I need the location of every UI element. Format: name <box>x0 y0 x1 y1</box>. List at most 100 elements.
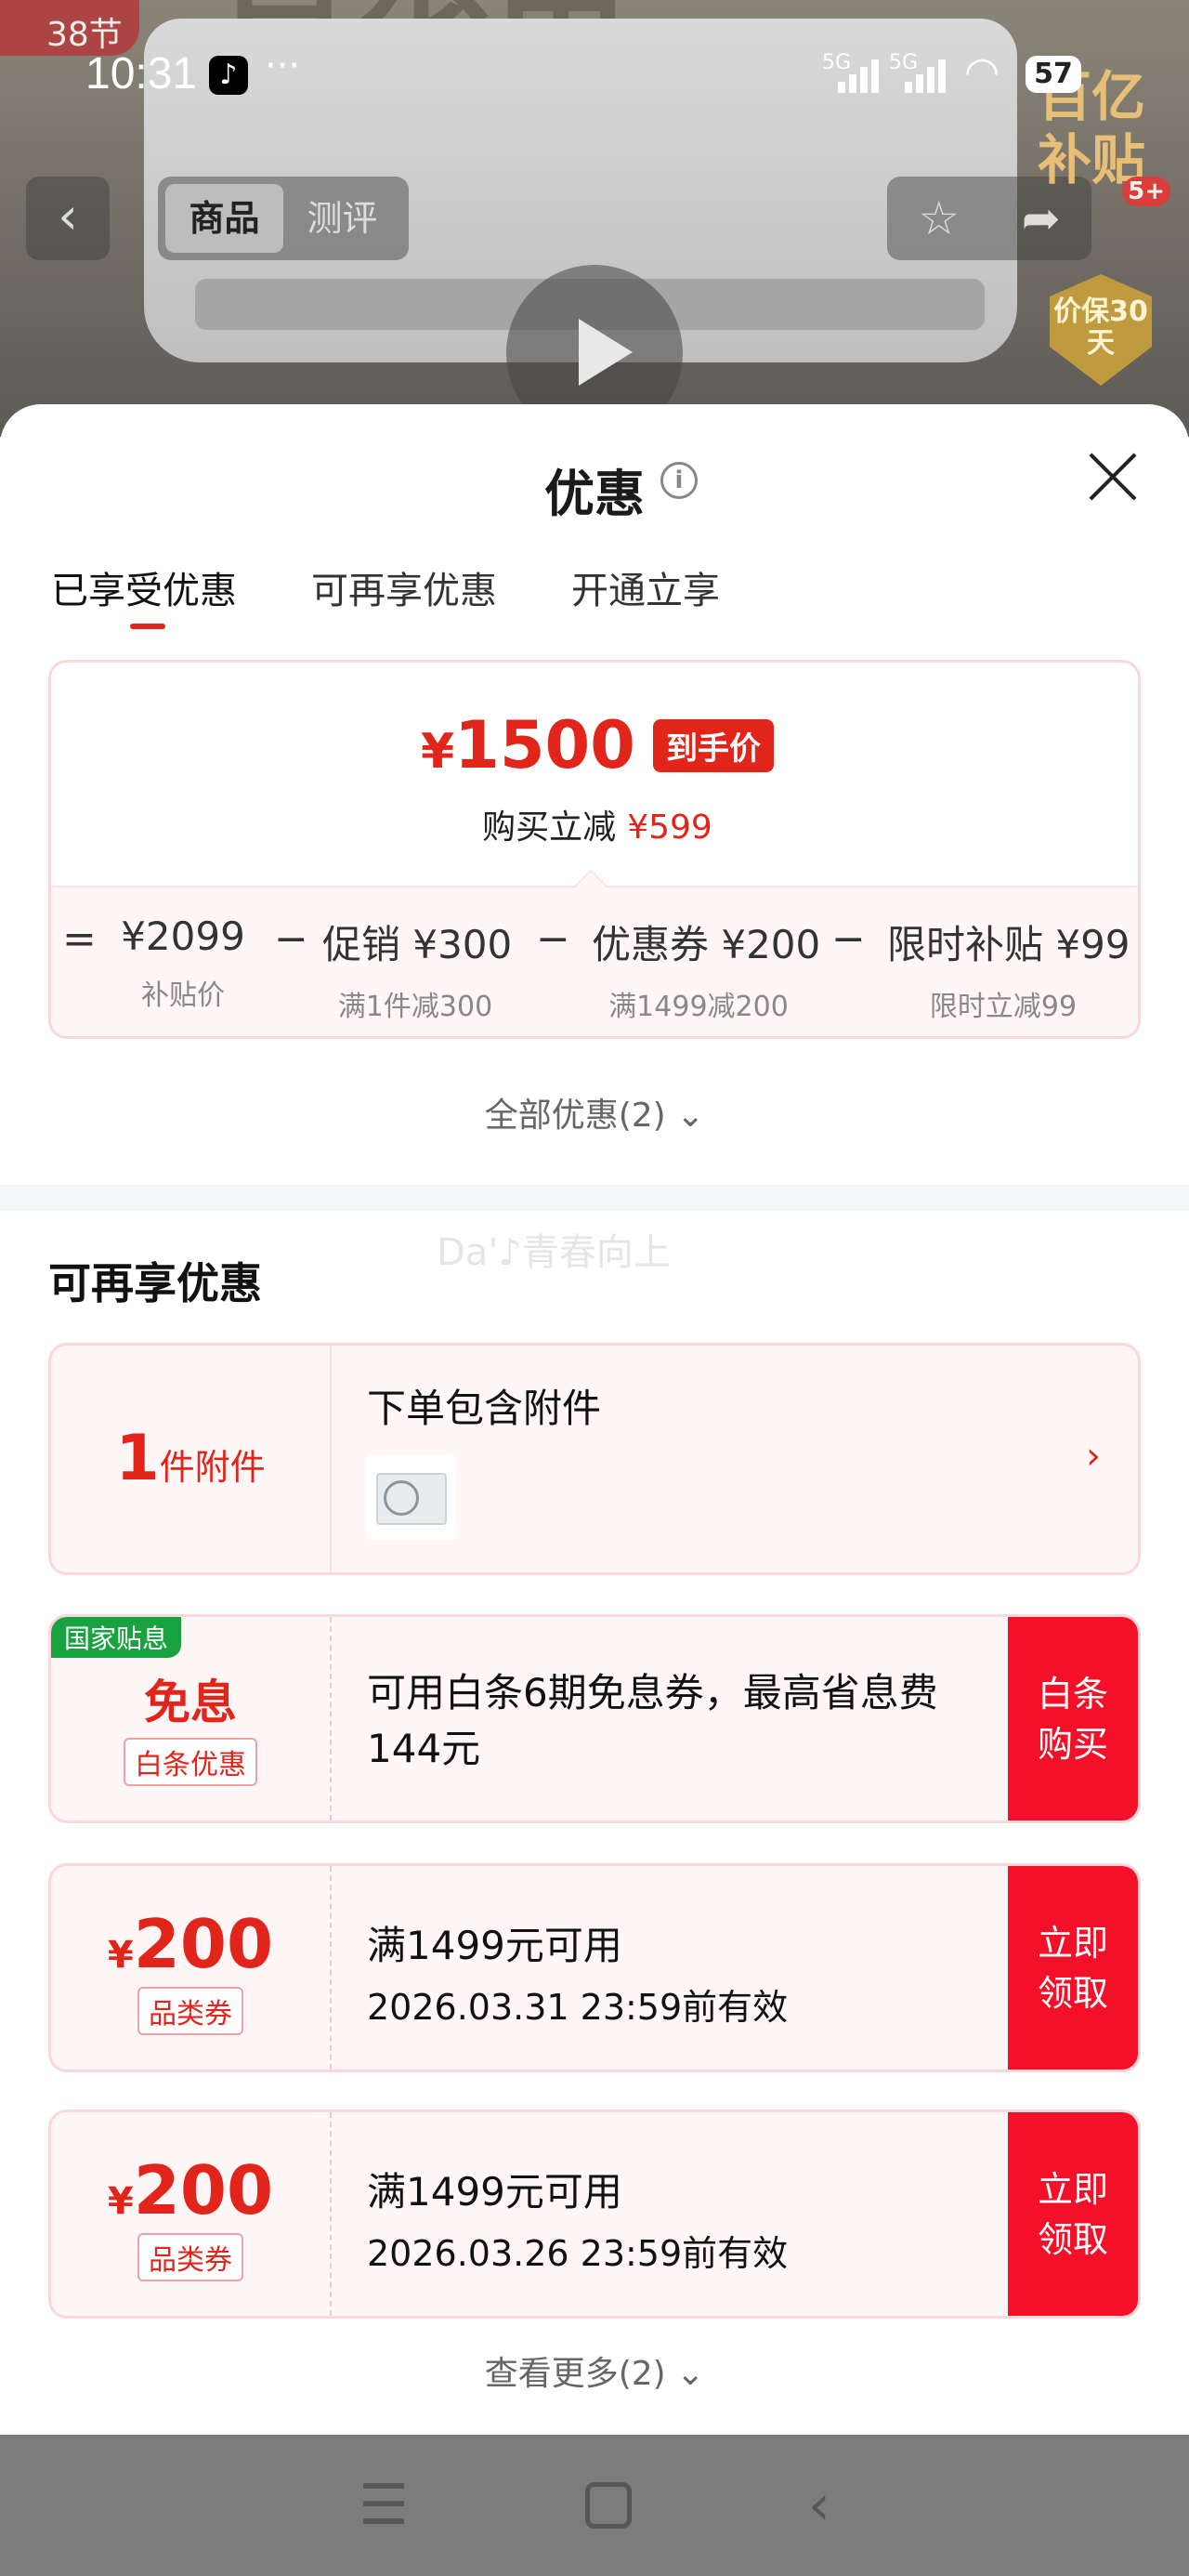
section-title-more-discounts: 可再享优惠 <box>48 1258 262 1308</box>
chevron-down-icon: ⌄ <box>676 1097 705 1135</box>
claim-coupon-button[interactable]: 立即领取 <box>1008 2112 1138 2316</box>
coupon-condition: 满1499元可用 <box>367 1923 622 1968</box>
system-navigation-bar: ☰ ‹ <box>0 2435 1189 2576</box>
tab-more-available[interactable]: 可再享优惠 <box>311 560 497 614</box>
tiktok-icon: ♪ <box>209 56 248 95</box>
see-more-toggle[interactable]: 查看更多(2) ⌄ <box>0 2346 1189 2395</box>
card-separator <box>330 2112 332 2316</box>
breakdown-value: ¥2099 <box>121 913 245 959</box>
coupon-expiry: 2026.03.26 23:59前有效 <box>367 2233 789 2274</box>
coupon-amount: ¥200 <box>51 2151 330 2229</box>
close-icon[interactable] <box>1085 449 1141 505</box>
accessory-thumbnail[interactable] <box>367 1454 456 1540</box>
breakdown-value: 促销 ¥300 <box>322 922 513 967</box>
final-price-value: 1500 <box>454 707 635 783</box>
baitiao-buy-label: 白条购买 <box>1037 1673 1108 1765</box>
sheet-title: 优惠 <box>544 465 645 523</box>
coupon-amount-block: ¥200 品类券 <box>51 2112 330 2316</box>
coupon-body: 满1499元可用 2026.03.31 23:59前有效 <box>367 1914 788 2030</box>
more-dots-icon: ··· <box>265 45 301 87</box>
accessory-card[interactable]: 1件附件 下单包含附件 › <box>48 1343 1141 1575</box>
coupon-body: 满1499元可用 2026.03.26 23:59前有效 <box>367 2161 788 2276</box>
coupon-expiry: 2026.03.31 23:59前有效 <box>367 1987 789 2028</box>
coupon-currency: ¥ <box>107 2180 134 2223</box>
breakdown-subsidy-price: ¥2099 补贴价 <box>118 913 248 1013</box>
claim-coupon-label: 立即领取 <box>1037 1922 1108 2014</box>
chevron-down-icon: ⌄ <box>676 2355 705 2393</box>
back-icon[interactable]: ‹ <box>808 2473 830 2538</box>
equals-sign: = <box>62 915 97 963</box>
accessory-count: 1件附件 <box>51 1346 330 1572</box>
minus-sign: − <box>831 915 866 963</box>
coupon-value: 200 <box>133 2151 274 2229</box>
reduction-value: ¥599 <box>627 808 712 847</box>
reduction-label: 购买立减 <box>482 808 617 847</box>
claim-coupon-label: 立即领取 <box>1037 2168 1108 2260</box>
coupon-card: ¥200 品类券 满1499元可用 2026.03.31 23:59前有效 立即… <box>48 1863 1141 2072</box>
category-coupon-chip: 品类券 <box>137 1987 243 2035</box>
coupon-card: ¥200 品类券 满1499元可用 2026.03.26 23:59前有效 立即… <box>48 2109 1141 2319</box>
accessory-title: 下单包含附件 <box>367 1386 602 1431</box>
signal-bars-icon <box>905 56 946 93</box>
tab-enjoyed[interactable]: 已享受优惠 <box>51 560 237 629</box>
claim-coupon-button[interactable]: 立即领取 <box>1008 1866 1138 2070</box>
segment-product[interactable]: 商品 <box>165 184 283 253</box>
coupon-currency: ¥ <box>107 1934 134 1977</box>
battery-icon: 57 <box>1026 56 1081 93</box>
coupon-condition: 满1499元可用 <box>367 2169 622 2215</box>
segment-review[interactable]: 测评 <box>283 184 401 253</box>
wifi-icon: ◠ <box>964 48 1000 96</box>
coupon-amount: ¥200 <box>51 1905 330 1983</box>
breakdown-value: 限时补贴 ¥99 <box>887 922 1130 967</box>
fan-icon <box>384 1480 419 1516</box>
star-icon[interactable]: ☆ <box>918 191 960 245</box>
currency-symbol: ¥ <box>420 724 455 780</box>
baitiao-buy-button[interactable]: 白条购买 <box>1008 1617 1138 1820</box>
tab-open-enjoy[interactable]: 开通立享 <box>571 560 720 614</box>
section-divider <box>0 1185 1189 1211</box>
interest-free-left: 免息 白条优惠 <box>51 1617 330 1820</box>
minus-sign: − <box>536 915 570 963</box>
breakdown-label: 补贴价 <box>141 979 225 1012</box>
breakdown-coupon: 优惠券 ¥200 满1499减200 <box>592 913 821 1024</box>
back-button[interactable]: ‹ <box>26 177 110 260</box>
watermark: Da'♪青春向上 <box>437 1231 671 1274</box>
chevron-right-icon: › <box>1086 1435 1101 1478</box>
price-guarantee-badge: 价保30天 <box>1050 274 1152 386</box>
discount-tabs: 已享受优惠 可再享优惠 开通立享 <box>51 560 720 629</box>
final-price: ¥1500 <box>421 707 635 783</box>
card-separator <box>330 1866 332 2070</box>
see-more-label: 查看更多(2) <box>484 2355 666 2393</box>
home-icon[interactable] <box>584 2482 632 2529</box>
coupon-amount-block: ¥200 品类券 <box>51 1866 330 2070</box>
baitiao-chip: 白条优惠 <box>124 1738 257 1786</box>
accessory-body: 下单包含附件 <box>367 1377 601 1540</box>
breakdown-promotion: 促销 ¥300 满1件减300 <box>322 913 513 1024</box>
breakdown-label: 满1件减300 <box>337 991 493 1023</box>
discount-sheet: 优惠 i 已享受优惠 可再享优惠 开通立享 ¥1500 到手价 购买立减 ¥599… <box>0 404 1189 2435</box>
card-separator <box>330 1346 332 1572</box>
menu-icon[interactable]: ☰ <box>359 2473 409 2538</box>
price-summary-card: ¥1500 到手价 购买立减 ¥599 = ¥2099 补贴价 − 促销 ¥300… <box>48 660 1141 1039</box>
signal-bars-icon <box>838 56 879 93</box>
minus-sign: − <box>274 915 308 963</box>
category-coupon-chip: 品类券 <box>137 2233 243 2281</box>
breakdown-label: 限时立减99 <box>929 991 1078 1023</box>
all-discounts-toggle[interactable]: 全部优惠(2) ⌄ <box>0 1088 1189 1137</box>
subsidy-count-badge: 5+ <box>1122 177 1170 206</box>
accessory-unit: 件附件 <box>159 1447 266 1488</box>
breakdown-label: 满1499减200 <box>608 991 789 1023</box>
info-icon[interactable]: i <box>660 462 698 499</box>
status-time: 10:31 <box>85 49 198 99</box>
interest-free-card: 国家贴息 免息 白条优惠 可用白条6期免息券，最高省息费144元 白条购买 <box>48 1614 1141 1823</box>
breakdown-pointer <box>573 869 608 904</box>
accessory-count-value: 1 <box>115 1422 160 1495</box>
instant-reduction: 购买立减 ¥599 <box>51 800 1138 848</box>
product-segment-control[interactable]: 商品 测评 <box>158 177 409 260</box>
interest-free-title: 可用白条6期免息券，最高省息费144元 <box>367 1670 938 1771</box>
breakdown-value: 优惠券 ¥200 <box>592 922 821 967</box>
all-discounts-label: 全部优惠(2) <box>484 1097 666 1135</box>
card-separator <box>330 1617 332 1820</box>
final-price-tag: 到手价 <box>653 718 775 772</box>
status-bar: 10:31 ♪ ··· 5G 5G ◠ 57 <box>0 0 1189 149</box>
